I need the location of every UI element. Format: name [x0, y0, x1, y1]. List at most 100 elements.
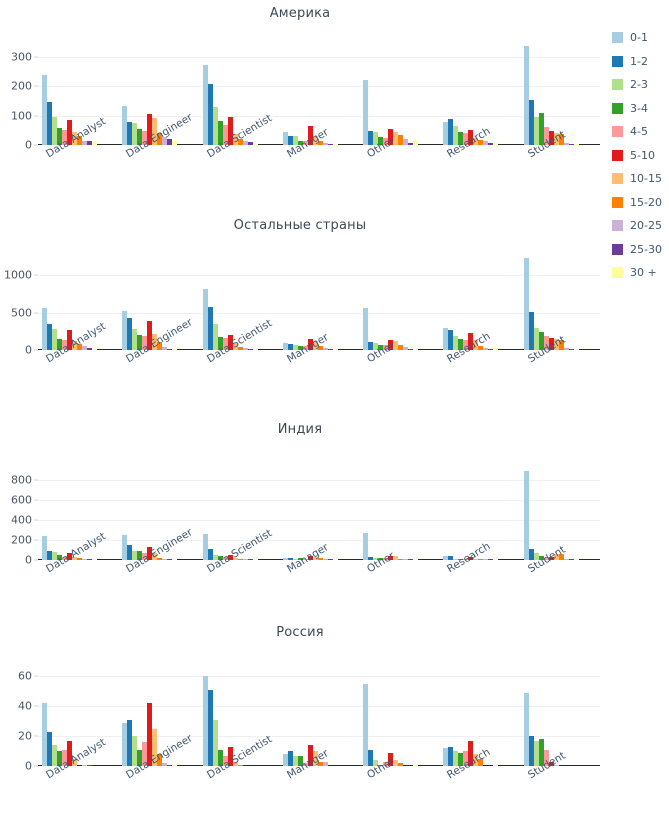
y-axis-tick-label: 40 [18, 699, 32, 713]
bar[interactable] [172, 140, 178, 145]
y-axis-tick-label: 0 [25, 343, 32, 357]
y-axis-tick-mark [34, 735, 38, 737]
bar[interactable] [87, 764, 92, 766]
y-axis-tick-label: 20 [18, 729, 32, 743]
subplot-title: Остальные страны [233, 218, 367, 233]
bar[interactable] [413, 559, 419, 560]
y-axis-tick-mark [34, 479, 38, 481]
bar[interactable] [332, 144, 338, 145]
bar-group-student [523, 465, 579, 560]
bar[interactable] [322, 761, 328, 766]
bar[interactable] [252, 559, 258, 560]
y-axis-tick-mark [34, 519, 38, 521]
legend-item[interactable]: 10-15 [612, 167, 669, 191]
legend: 0-1 1-2 2-3 3-4 4-5 5-10 10-15 15-20 20-25 25-30 3… [612, 26, 669, 285]
legend-label: 3-4 [630, 101, 648, 115]
legend-item[interactable]: 0-1 [612, 26, 669, 50]
bar[interactable] [573, 559, 579, 560]
bar[interactable] [493, 348, 499, 350]
y-axis-tick-label: 200 [11, 79, 32, 93]
legend-item[interactable]: 30 + [612, 261, 669, 285]
legend-item[interactable]: 1-2 [612, 50, 669, 74]
legend-swatch-icon [612, 79, 623, 91]
y-axis-tick-label: 200 [11, 533, 32, 547]
legend-swatch-icon [612, 220, 623, 232]
legend-item[interactable]: 3-4 [612, 97, 669, 121]
bar[interactable] [493, 764, 499, 766]
y-axis-tick-label: 60 [18, 669, 32, 683]
bar-group-other [363, 256, 419, 350]
legend-label: 30 + [630, 266, 657, 280]
y-axis-tick-label: 800 [11, 473, 32, 487]
legend-item[interactable]: 20-25 [612, 214, 669, 238]
subplot-title: Россия [276, 625, 324, 640]
bar[interactable] [172, 764, 178, 766]
y-axis-tick-mark [34, 675, 38, 677]
legend-label: 20-25 [630, 219, 662, 233]
figure-root: Америка 0 100 200 300 Data Analyst Data Engine… [0, 0, 669, 817]
bar[interactable] [573, 144, 579, 145]
y-axis-tick-mark [34, 85, 38, 87]
y-axis-tick-mark [34, 56, 38, 58]
bar[interactable] [252, 349, 258, 350]
legend-swatch-icon [612, 267, 623, 279]
bar-group-student [523, 672, 579, 766]
y-axis-tick-label: 300 [11, 50, 32, 64]
legend-swatch-icon [612, 32, 623, 44]
bar-group-student [523, 45, 579, 145]
y-axis-tick-mark [34, 312, 38, 314]
bar-group-manager [282, 465, 338, 560]
legend-label: 25-30 [630, 242, 662, 256]
y-axis-tick-mark [34, 539, 38, 541]
y-axis-tick-mark [34, 115, 38, 117]
bar[interactable] [363, 532, 369, 560]
bar-group-manager [282, 256, 338, 350]
legend-item[interactable]: 15-20 [612, 191, 669, 215]
bar[interactable] [573, 349, 579, 350]
y-axis-tick-label: 0 [25, 138, 32, 152]
bar[interactable] [92, 559, 97, 560]
bar[interactable] [172, 559, 178, 560]
bar[interactable] [413, 348, 419, 350]
y-axis-tick-label: 0 [25, 759, 32, 773]
y-axis-tick-mark [34, 274, 38, 276]
bar-group-manager [282, 672, 338, 766]
legend-label: 1-2 [630, 54, 648, 68]
subplot-title: Америка [269, 6, 331, 21]
bar-group-other [363, 45, 419, 145]
legend-item[interactable]: 25-30 [612, 238, 669, 262]
bar[interactable] [523, 471, 529, 560]
legend-item[interactable]: 5-10 [612, 144, 669, 168]
bar[interactable] [413, 141, 419, 145]
legend-label: 15-20 [630, 195, 662, 209]
y-axis-tick-label: 600 [11, 493, 32, 507]
bar[interactable] [493, 559, 499, 560]
y-axis-tick-label: 400 [11, 513, 32, 527]
y-axis-tick-label: 0 [25, 553, 32, 567]
bar[interactable] [252, 143, 258, 145]
bar[interactable] [332, 559, 338, 560]
y-axis-tick-mark [34, 705, 38, 707]
legend-label: 4-5 [630, 125, 648, 139]
bar-group-student [523, 256, 579, 350]
legend-label: 2-3 [630, 78, 648, 92]
legend-swatch-icon [612, 126, 623, 138]
bar[interactable] [92, 142, 97, 145]
bar[interactable] [172, 349, 178, 350]
bar[interactable] [332, 349, 338, 350]
legend-item[interactable]: 4-5 [612, 120, 669, 144]
legend-swatch-icon [612, 173, 623, 185]
bar[interactable] [398, 763, 404, 766]
bar[interactable] [493, 143, 499, 145]
legend-item[interactable]: 2-3 [612, 73, 669, 97]
y-axis-tick-label: 1000 [4, 268, 32, 282]
legend-label: 10-15 [630, 172, 662, 186]
bar[interactable] [92, 349, 97, 350]
legend-swatch-icon [612, 243, 623, 255]
bar-group-other [363, 672, 419, 766]
bar[interactable] [413, 764, 419, 766]
y-axis-tick-label: 100 [11, 109, 32, 123]
legend-label: 0-1 [630, 31, 648, 45]
y-axis-tick-mark [34, 499, 38, 501]
bar-group-research [443, 45, 499, 145]
